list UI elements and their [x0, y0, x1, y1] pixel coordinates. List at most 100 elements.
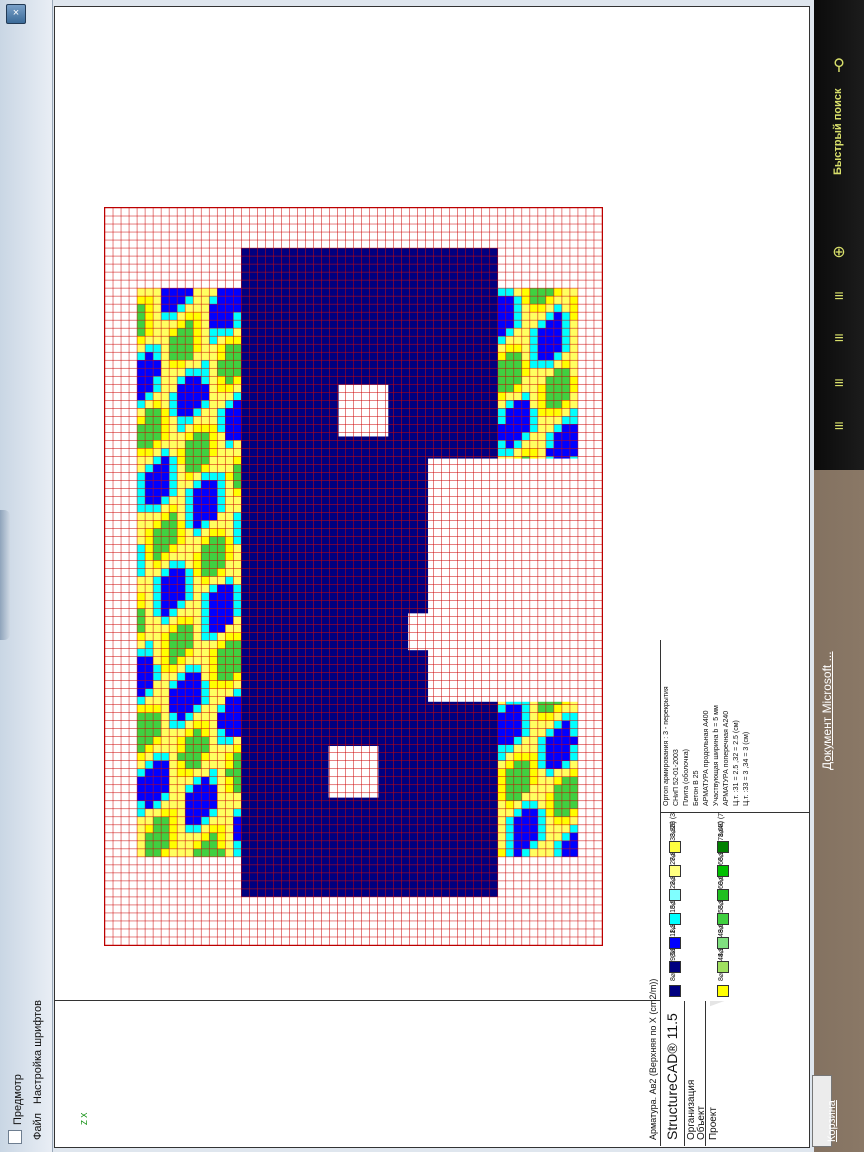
- field-cell: [225, 592, 234, 601]
- field-cell: [361, 304, 370, 313]
- note-line: Ц.т. :З1 = 2.5 ,З2 = 2.5 (см): [733, 720, 740, 806]
- field-cell: [145, 776, 154, 785]
- field-cell: [369, 856, 378, 865]
- add-list-icon[interactable]: ≡: [822, 418, 856, 444]
- taskbar-document-label[interactable]: Документ Microsoft ...: [820, 651, 834, 770]
- field-cell: [377, 376, 386, 385]
- field-cell: [417, 264, 426, 273]
- field-cell: [401, 440, 410, 449]
- field-cell: [137, 584, 146, 593]
- field-cell: [537, 776, 546, 785]
- field-cell: [201, 440, 210, 449]
- field-cell: [265, 656, 274, 665]
- field-cell: [337, 312, 346, 321]
- field-cell: [337, 880, 346, 889]
- field-cell: [297, 744, 306, 753]
- field-cell: [137, 560, 146, 569]
- field-cell: [161, 512, 170, 521]
- field-cell: [337, 712, 346, 721]
- field-cell: [321, 576, 330, 585]
- field-cell: [249, 368, 258, 377]
- close-button[interactable]: ×: [6, 4, 26, 24]
- field-cell: [193, 784, 202, 793]
- field-cell: [393, 680, 402, 689]
- close-list-icon[interactable]: ≡: [822, 375, 856, 401]
- quick-search-label[interactable]: Быстрый поиск: [832, 89, 844, 176]
- field-cell: [201, 392, 210, 401]
- field-cell: [241, 488, 250, 497]
- field-cell: [241, 376, 250, 385]
- field-cell: [409, 416, 418, 425]
- menu-file[interactable]: Файл: [32, 1113, 44, 1140]
- field-cell: [265, 752, 274, 761]
- field-cell: [409, 272, 418, 281]
- taskbar-document-item[interactable]: Документ Microsoft ...: [820, 651, 834, 770]
- field-cell: [529, 824, 538, 833]
- field-cell: [305, 536, 314, 545]
- field-cell: [489, 880, 498, 889]
- field-cell: [209, 504, 218, 513]
- field-cell: [457, 728, 466, 737]
- field-cell: [377, 720, 386, 729]
- field-cell: [273, 800, 282, 809]
- field-cell: [313, 288, 322, 297]
- field-cell: [185, 720, 194, 729]
- field-cell: [401, 432, 410, 441]
- field-cell: [305, 592, 314, 601]
- field-cell: [489, 832, 498, 841]
- zoom-in-icon[interactable]: ⊕: [822, 242, 856, 268]
- field-cell: [361, 344, 370, 353]
- field-cell: [385, 368, 394, 377]
- field-cell: [249, 576, 258, 585]
- field-cell: [377, 328, 386, 337]
- field-cell: [481, 248, 490, 257]
- field-cell: [409, 576, 418, 585]
- field-cell: [249, 640, 258, 649]
- side-grip-handle[interactable]: [0, 510, 10, 640]
- field-cell: [553, 792, 562, 801]
- field-cell: [169, 456, 178, 465]
- field-cell: [289, 488, 298, 497]
- field-cell: [561, 312, 570, 321]
- field-cell: [465, 304, 474, 313]
- list-icon[interactable]: ≡: [822, 288, 856, 314]
- field-cell: [385, 856, 394, 865]
- field-cell: [337, 680, 346, 689]
- legend-swatch: [669, 889, 681, 901]
- field-cell: [377, 448, 386, 457]
- field-cell: [281, 584, 290, 593]
- field-cell: [161, 696, 170, 705]
- field-cell: [289, 368, 298, 377]
- field-cell: [137, 792, 146, 801]
- field-cell: [337, 272, 346, 281]
- field-cell: [497, 848, 506, 857]
- field-cell: [369, 256, 378, 265]
- field-cell: [289, 840, 298, 849]
- recycle-bin-item[interactable]: Корзина: [826, 1100, 838, 1142]
- menu-font-settings[interactable]: Настройка шрифтов: [32, 1000, 44, 1104]
- field-cell: [385, 736, 394, 745]
- field-cell: [169, 392, 178, 401]
- field-cell: [433, 872, 442, 881]
- search-icon[interactable]: ⚲: [822, 55, 856, 81]
- field-cell: [465, 752, 474, 761]
- field-cell: [257, 320, 266, 329]
- field-cell: [473, 744, 482, 753]
- field-cell: [305, 864, 314, 873]
- field-cell: [289, 472, 298, 481]
- list-icon[interactable]: ≡: [822, 330, 856, 356]
- field-cell: [489, 392, 498, 401]
- field-cell: [265, 664, 274, 673]
- field-cell: [153, 672, 162, 681]
- field-cell: [505, 784, 514, 793]
- field-cell: [385, 360, 394, 369]
- field-cell: [337, 456, 346, 465]
- preview-checkbox[interactable]: [8, 1130, 22, 1144]
- field-cell: [553, 376, 562, 385]
- field-cell: [185, 408, 194, 417]
- field-cell: [305, 608, 314, 617]
- field-cell: [313, 632, 322, 641]
- field-cell: [145, 488, 154, 497]
- field-cell: [313, 760, 322, 769]
- field-cell: [265, 408, 274, 417]
